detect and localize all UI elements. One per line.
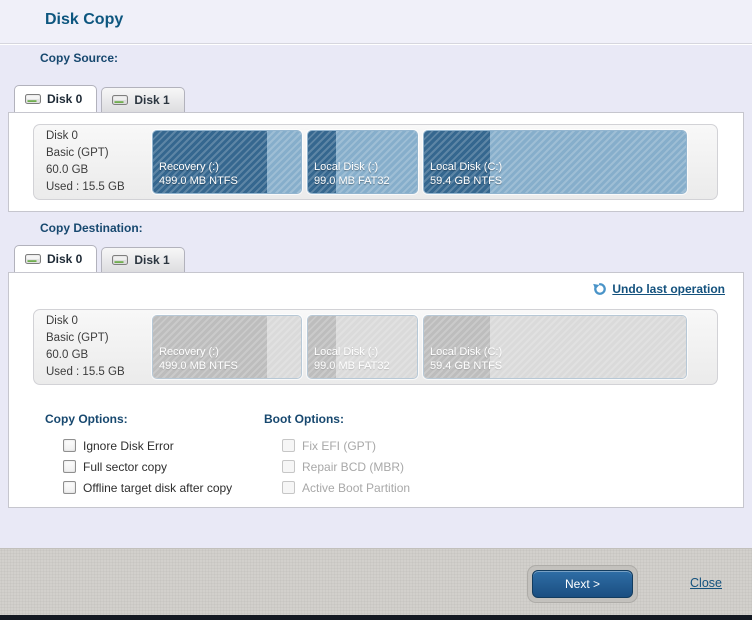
hard-drive-icon bbox=[112, 254, 128, 266]
disk-name: Disk 0 bbox=[46, 313, 152, 330]
footer-bar: Next > Close bbox=[0, 548, 752, 615]
option-fix-efi: Fix EFI (GPT) bbox=[264, 435, 410, 456]
fix-efi-checkbox bbox=[282, 439, 295, 452]
boot-options-group: Boot Options: Fix EFI (GPT) Repair BCD (… bbox=[264, 412, 410, 498]
close-link[interactable]: Close bbox=[690, 576, 722, 590]
copy-options-heading: Copy Options: bbox=[45, 412, 232, 426]
copy-destination-heading: Copy Destination: bbox=[40, 221, 143, 235]
checkbox-label: Repair BCD (MBR) bbox=[302, 460, 404, 474]
destination-partitions: Recovery (:) 499.0 MB NTFS Local Disk (:… bbox=[152, 310, 687, 384]
source-tab-disk0[interactable]: Disk 0 bbox=[14, 85, 97, 112]
next-button-focus-ring: Next > bbox=[527, 565, 638, 603]
offline-target-disk-checkbox[interactable] bbox=[63, 481, 76, 494]
partition-label: Local Disk (:) 99.0 MB FAT32 bbox=[314, 160, 390, 188]
undo-last-operation-link[interactable]: Undo last operation bbox=[593, 282, 725, 296]
source-tabs: Disk 0 Disk 1 bbox=[14, 85, 185, 112]
destination-tabs: Disk 0 Disk 1 bbox=[14, 245, 185, 272]
next-button[interactable]: Next > bbox=[532, 570, 633, 598]
destination-tab-disk0[interactable]: Disk 0 bbox=[14, 245, 97, 272]
hard-drive-icon bbox=[112, 94, 128, 106]
disk-type: Basic (GPT) bbox=[46, 145, 152, 162]
option-offline-target-disk: Offline target disk after copy bbox=[45, 477, 232, 498]
disk-type: Basic (GPT) bbox=[46, 330, 152, 347]
checkbox-label: Offline target disk after copy bbox=[83, 481, 232, 495]
partition-recovery[interactable]: Recovery (:) 499.0 MB NTFS bbox=[152, 315, 302, 379]
option-repair-bcd: Repair BCD (MBR) bbox=[264, 456, 410, 477]
page-title: Disk Copy bbox=[45, 11, 123, 29]
full-sector-copy-checkbox[interactable] bbox=[63, 460, 76, 473]
partition-local-disk[interactable]: Local Disk (:) 99.0 MB FAT32 bbox=[307, 315, 418, 379]
partition-local-disk-c[interactable]: Local Disk (C:) 59.4 GB NTFS bbox=[423, 130, 687, 194]
disk-name: Disk 0 bbox=[46, 128, 152, 145]
hard-drive-icon bbox=[25, 93, 41, 105]
option-full-sector-copy: Full sector copy bbox=[45, 456, 232, 477]
partition-local-disk-c[interactable]: Local Disk (C:) 59.4 GB NTFS bbox=[423, 315, 687, 379]
partition-label: Local Disk (:) 99.0 MB FAT32 bbox=[314, 345, 390, 373]
active-boot-partition-checkbox bbox=[282, 481, 295, 494]
destination-disk-info: Disk 0 Basic (GPT) 60.0 GB Used : 15.5 G… bbox=[34, 313, 152, 381]
destination-disk-box: Disk 0 Basic (GPT) 60.0 GB Used : 15.5 G… bbox=[33, 309, 718, 385]
undo-icon bbox=[593, 282, 607, 296]
source-disk-info: Disk 0 Basic (GPT) 60.0 GB Used : 15.5 G… bbox=[34, 128, 152, 196]
disk-used: Used : 15.5 GB bbox=[46, 364, 152, 381]
disk-size: 60.0 GB bbox=[46, 162, 152, 179]
option-ignore-disk-error: Ignore Disk Error bbox=[45, 435, 232, 456]
partition-recovery[interactable]: Recovery (:) 499.0 MB NTFS bbox=[152, 130, 302, 194]
copy-options-group: Copy Options: Ignore Disk Error Full sec… bbox=[45, 412, 232, 498]
partition-label: Local Disk (C:) 59.4 GB NTFS bbox=[430, 160, 502, 188]
source-disk-box: Disk 0 Basic (GPT) 60.0 GB Used : 15.5 G… bbox=[33, 124, 718, 200]
partition-label: Recovery (:) 499.0 MB NTFS bbox=[159, 345, 238, 373]
checkbox-label: Active Boot Partition bbox=[302, 481, 410, 495]
repair-bcd-checkbox bbox=[282, 460, 295, 473]
disk-size: 60.0 GB bbox=[46, 347, 152, 364]
hard-drive-icon bbox=[25, 253, 41, 265]
copy-source-heading: Copy Source: bbox=[40, 51, 118, 65]
boot-options-heading: Boot Options: bbox=[264, 412, 410, 426]
checkbox-label: Fix EFI (GPT) bbox=[302, 439, 376, 453]
source-tab-disk1[interactable]: Disk 1 bbox=[101, 87, 184, 112]
destination-tab-disk1[interactable]: Disk 1 bbox=[101, 247, 184, 272]
destination-panel: Undo last operation Disk 0 Basic (GPT) 6… bbox=[8, 272, 744, 508]
option-active-boot-partition: Active Boot Partition bbox=[264, 477, 410, 498]
source-partitions: Recovery (:) 499.0 MB NTFS Local Disk (:… bbox=[152, 125, 687, 199]
tab-label: Disk 1 bbox=[134, 93, 169, 107]
undo-label: Undo last operation bbox=[612, 282, 725, 296]
window-header: Disk Copy bbox=[0, 0, 752, 44]
tab-label: Disk 0 bbox=[47, 252, 82, 266]
checkbox-label: Ignore Disk Error bbox=[83, 439, 174, 453]
checkbox-label: Full sector copy bbox=[83, 460, 167, 474]
partition-local-disk[interactable]: Local Disk (:) 99.0 MB FAT32 bbox=[307, 130, 418, 194]
partition-label: Local Disk (C:) 59.4 GB NTFS bbox=[430, 345, 502, 373]
ignore-disk-error-checkbox[interactable] bbox=[63, 439, 76, 452]
partition-label: Recovery (:) 499.0 MB NTFS bbox=[159, 160, 238, 188]
disk-used: Used : 15.5 GB bbox=[46, 179, 152, 196]
tab-label: Disk 0 bbox=[47, 92, 82, 106]
source-disk-panel: Disk 0 Basic (GPT) 60.0 GB Used : 15.5 G… bbox=[8, 112, 744, 212]
tab-label: Disk 1 bbox=[134, 253, 169, 267]
window-bottom-edge bbox=[0, 615, 752, 620]
